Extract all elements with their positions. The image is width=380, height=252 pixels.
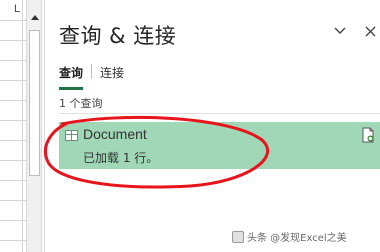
query-item-document[interactable]: Document 已加载 1 行。 [59,122,380,169]
grid-row-line [0,200,26,201]
query-count: 1 个查询 [59,97,103,110]
scroll-up-arrow-icon[interactable] [29,12,41,24]
grid-row-line [0,100,26,101]
watermark-text: 头条 @发现Excel之美 [247,233,347,244]
pane-tabs: 查询 连接 [59,64,124,90]
table-icon [65,130,78,141]
column-header-fragment[interactable]: L [14,0,26,20]
grid-row-line [0,60,26,61]
grid-row-line [0,80,26,81]
grid-row-line [0,40,26,41]
grid-row-line [0,220,26,221]
worksheet-grid-fragment[interactable]: L [0,0,26,252]
grid-row-line [0,240,26,241]
tab-queries[interactable]: 查询 [59,64,84,90]
query-status: 已加载 1 行。 [83,151,159,165]
queries-connections-pane: 查询 & 连接 查询 连接 1 个查询 Document 已加载 1 行。 [44,0,380,252]
grid-column-line [22,0,23,252]
query-name: Document [83,126,147,142]
grid-row-line [0,140,26,141]
refresh-document-icon[interactable] [362,127,375,143]
divider [59,113,380,114]
toutiao-logo-icon [232,230,244,243]
grid-row-line [0,160,26,161]
chevron-down-icon[interactable] [331,22,349,40]
pane-title: 查询 & 连接 [59,24,177,48]
watermark: 头条 @发现Excel之美 [232,229,347,244]
grid-row-line [0,20,26,21]
vertical-scrollbar[interactable] [26,0,42,252]
grid-row-line [0,120,26,121]
tab-connections[interactable]: 连接 [100,64,124,87]
grid-row-line [0,180,26,181]
close-icon[interactable] [361,22,379,40]
scrollbar-thumb[interactable] [29,30,40,176]
tab-divider [91,64,93,79]
